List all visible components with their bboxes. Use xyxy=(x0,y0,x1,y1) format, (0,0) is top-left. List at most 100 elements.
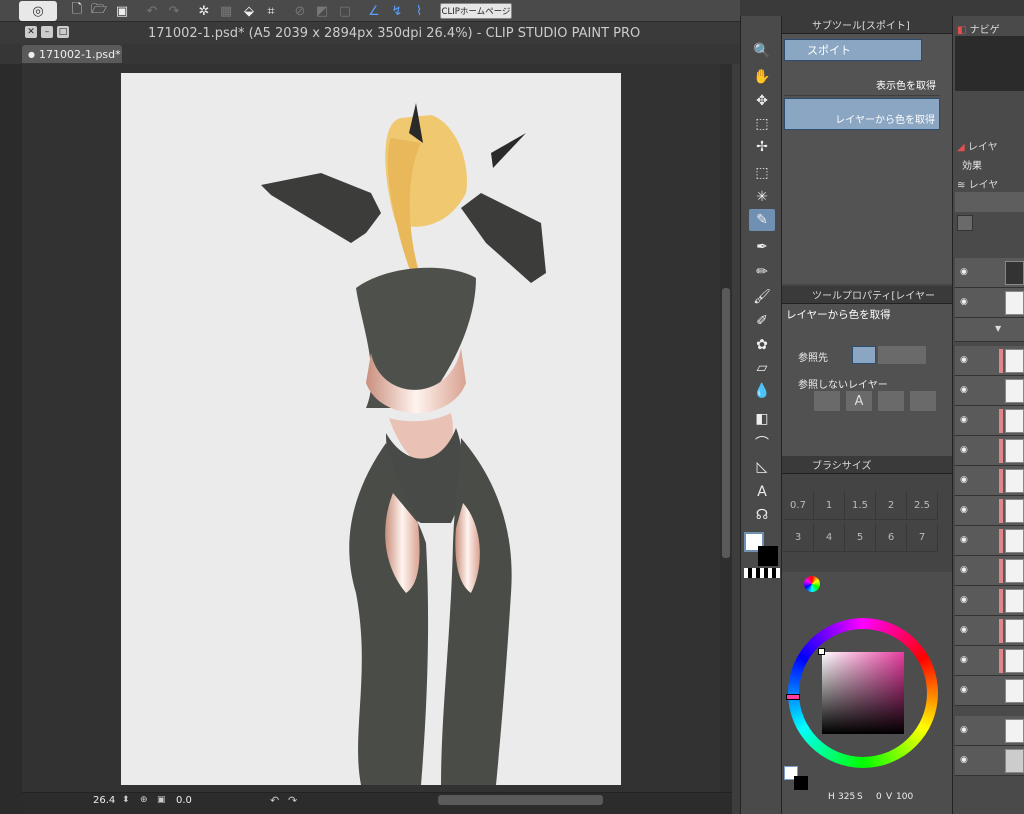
eye-icon[interactable]: ◉ xyxy=(960,297,972,307)
figure-tool-icon[interactable]: ⌒ xyxy=(749,432,775,454)
special-ruler-snap-icon[interactable]: ↯ xyxy=(388,2,406,20)
wheel-sub-color[interactable] xyxy=(794,776,808,790)
layer-row[interactable]: ◉ xyxy=(955,556,1024,586)
zoom-tool-icon[interactable]: 🔍 xyxy=(749,40,775,62)
saturation-value-square[interactable] xyxy=(822,652,904,734)
value-value[interactable]: 100 xyxy=(896,792,913,802)
layer-move-icon[interactable]: ✢ xyxy=(749,136,775,158)
exclude-text-layer-button[interactable]: A xyxy=(846,391,872,411)
clip-home-button[interactable]: CLIPホームページ xyxy=(440,3,512,19)
layer-row[interactable]: ◉ xyxy=(955,746,1024,776)
brush-size-option[interactable]: 2.5 xyxy=(907,492,938,520)
clear-icon[interactable]: ✲ xyxy=(195,2,213,20)
reference-layer-button[interactable] xyxy=(878,346,902,364)
text-tool-icon[interactable]: A xyxy=(749,481,775,503)
fill-icon[interactable]: ⬙ xyxy=(240,2,258,20)
eyedropper-tool-icon[interactable]: ✎ xyxy=(749,209,775,231)
hue-picker-handle[interactable] xyxy=(786,694,800,700)
layer-row[interactable]: ◉ xyxy=(955,646,1024,676)
exclude-color-layer-button[interactable] xyxy=(814,391,840,411)
blend-mode-select[interactable] xyxy=(955,192,1024,212)
sub-color-swatch[interactable] xyxy=(758,546,778,566)
transform-icon[interactable]: ⌗ xyxy=(262,2,280,20)
eye-icon[interactable]: ◉ xyxy=(960,755,972,765)
eye-icon[interactable]: ◉ xyxy=(960,655,972,665)
zoom-fit-icon[interactable]: ▣ xyxy=(157,795,166,805)
canvas[interactable] xyxy=(121,73,621,785)
new-file-icon[interactable]: 🗋 xyxy=(68,2,86,20)
layer-row[interactable]: ◉ xyxy=(955,586,1024,616)
eye-icon[interactable]: ◉ xyxy=(960,385,972,395)
brush-size-option[interactable]: 7 xyxy=(907,524,938,552)
open-file-icon[interactable]: 🗁 xyxy=(90,2,108,20)
eye-icon[interactable]: ◉ xyxy=(960,625,972,635)
brush-size-option[interactable]: 1.5 xyxy=(845,492,876,520)
brush-size-option[interactable]: 5 xyxy=(845,524,876,552)
eye-icon[interactable]: ◉ xyxy=(960,535,972,545)
layer-folder-row[interactable]: ▼ xyxy=(955,318,1024,342)
clear-outside-icon[interactable]: ▦ xyxy=(217,2,235,20)
close-icon[interactable]: ✕ xyxy=(25,26,37,38)
layer-row[interactable]: ◉ xyxy=(955,616,1024,646)
invert-selection-icon[interactable]: ◩ xyxy=(313,2,331,20)
opacity-box[interactable] xyxy=(957,215,973,231)
blend-tool-icon[interactable]: 💧 xyxy=(749,380,775,402)
eye-icon[interactable]: ◉ xyxy=(960,595,972,605)
pen-tool-icon[interactable]: ✒ xyxy=(749,236,775,258)
selection-tool-icon[interactable]: ⬚ xyxy=(749,162,775,184)
save-icon[interactable]: ▣ xyxy=(113,2,131,20)
ruler-snap-icon[interactable]: ∠ xyxy=(365,2,383,20)
zoom-value[interactable]: 26.4 xyxy=(93,795,115,806)
brush-size-option[interactable]: 4 xyxy=(814,524,845,552)
layer-row[interactable]: ◉ xyxy=(955,526,1024,556)
angle-value[interactable]: 0.0 xyxy=(176,795,192,806)
selection-border-icon[interactable]: ▢ xyxy=(336,2,354,20)
color-wheel-tab-icon[interactable] xyxy=(804,576,820,592)
zoom-stepper-icon[interactable]: ⬍ xyxy=(122,795,130,805)
move-tool-icon[interactable]: ✥ xyxy=(749,90,775,112)
maximize-icon[interactable]: □ xyxy=(57,26,69,38)
deselect-icon[interactable]: ⊘ xyxy=(291,2,309,20)
layer-row[interactable]: ◉ xyxy=(955,466,1024,496)
grid-snap-icon[interactable]: ⌇ xyxy=(410,2,428,20)
clip-logo-button[interactable]: ◎ xyxy=(19,1,57,21)
eye-icon[interactable]: ◉ xyxy=(960,505,972,515)
ruler-tool-icon[interactable]: ◺ xyxy=(749,456,775,478)
eye-icon[interactable]: ◉ xyxy=(960,415,972,425)
layer-row[interactable]: ◉ xyxy=(955,346,1024,376)
eye-icon[interactable]: ◉ xyxy=(960,445,972,455)
folder-expand-icon[interactable]: ▼ xyxy=(995,324,1001,333)
brush-size-option[interactable]: 6 xyxy=(876,524,907,552)
saturation-value[interactable]: 0 xyxy=(876,792,882,802)
reference-all-layers-button[interactable] xyxy=(852,346,876,364)
eye-icon[interactable]: ◉ xyxy=(960,565,972,575)
operation-tool-icon[interactable]: ⬚ xyxy=(749,113,775,135)
eye-icon[interactable]: ◉ xyxy=(960,267,972,277)
brush-size-option[interactable]: 2 xyxy=(876,492,907,520)
brush-size-option[interactable]: 3 xyxy=(783,524,814,552)
balloon-tool-icon[interactable]: ☊ xyxy=(749,504,775,526)
subtool-item-display-color[interactable]: 表示色を取得 xyxy=(784,64,940,96)
decoration-tool-icon[interactable]: ✿ xyxy=(749,334,775,356)
minimize-icon[interactable]: – xyxy=(41,26,53,38)
undo-icon[interactable]: ↶ xyxy=(143,2,161,20)
reference-selected-button[interactable] xyxy=(902,346,926,364)
gradient-tool-icon[interactable]: ◧ xyxy=(749,408,775,430)
layer-row[interactable]: ◉ xyxy=(955,676,1024,706)
airbrush-tool-icon[interactable]: ✐ xyxy=(749,310,775,332)
brush-tool-icon[interactable]: 🖌 xyxy=(749,286,775,308)
eye-icon[interactable]: ◉ xyxy=(960,685,972,695)
layer-row[interactable]: ◉ xyxy=(955,716,1024,746)
exclude-paper-layer-button[interactable] xyxy=(878,391,904,411)
eye-icon[interactable]: ◉ xyxy=(960,725,972,735)
sv-picker-handle[interactable] xyxy=(818,648,825,655)
eraser-tool-icon[interactable]: ▱ xyxy=(749,357,775,379)
rotate-left-icon[interactable]: ↶ xyxy=(270,794,279,807)
navigator-preview[interactable] xyxy=(955,36,1024,91)
layer-row[interactable]: ◉ xyxy=(955,496,1024,526)
document-tab[interactable]: ● 171002-1.psd* xyxy=(22,45,122,63)
exclude-draft-layer-button[interactable] xyxy=(910,391,936,411)
hand-tool-icon[interactable]: ✋ xyxy=(749,66,775,88)
transparent-color-swatch[interactable] xyxy=(744,568,780,578)
subtool-group-tab[interactable]: スポイト xyxy=(784,39,922,61)
